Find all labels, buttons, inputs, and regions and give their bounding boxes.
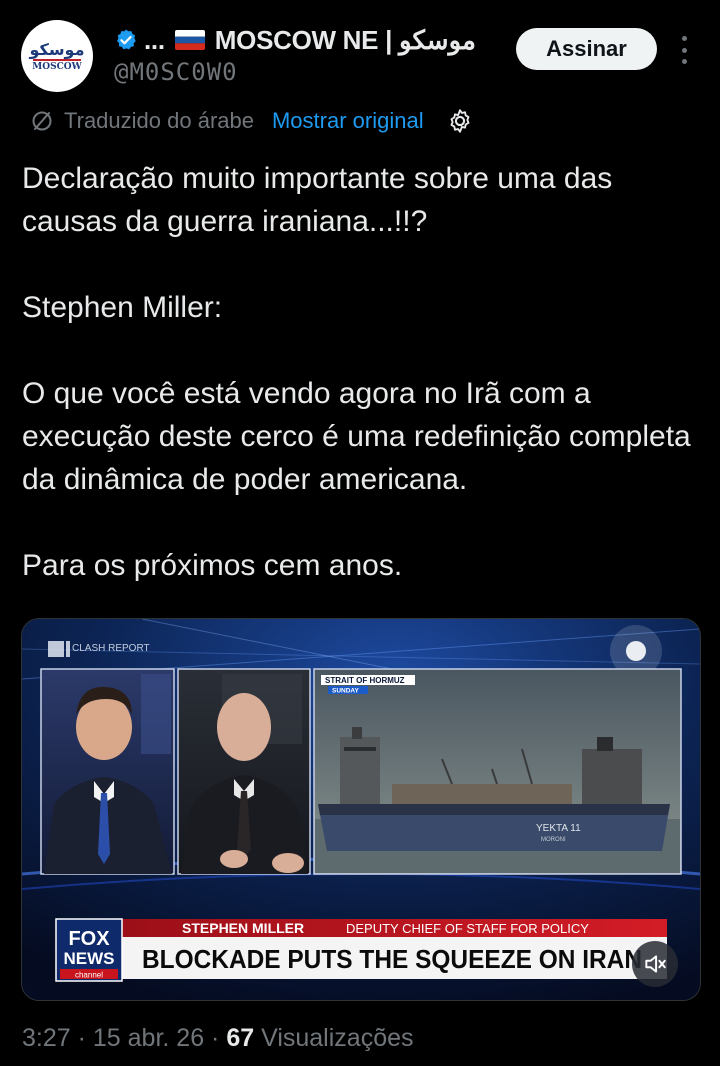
tweet-paragraph: Para os próximos cem anos.	[22, 549, 403, 582]
tweet-meta: 3:27 · 15 abr. 26 · 67 Visualizações	[22, 1024, 414, 1053]
lower-third-title: DEPUTY CHIEF OF STAFF FOR POLICY	[346, 921, 589, 936]
mute-button[interactable]	[632, 941, 678, 987]
meta-separator: ·	[70, 1024, 93, 1052]
verified-badge-icon	[117, 29, 136, 50]
fox-logo-line1: FOX	[68, 928, 110, 950]
avatar[interactable]: موسكو MOSCOW	[21, 20, 93, 92]
headline: BLOCKADE PUTS THE SQUEEZE ON IRAN	[142, 944, 642, 974]
watermark-text: CLASH REPORT	[72, 643, 150, 654]
more-dot	[681, 36, 687, 41]
translation-note: Traduzido do árabe	[64, 108, 254, 133]
show-original-link[interactable]: Mostrar original	[272, 108, 424, 134]
gear-icon[interactable]	[446, 107, 474, 135]
lower-third-name: STEPHEN MILLER	[182, 920, 304, 936]
tweet-paragraph: Stephen Miller:	[22, 291, 223, 324]
meta-separator: ·	[204, 1024, 227, 1052]
tweet-paragraph: Declaração muito importante sobre uma da…	[22, 162, 613, 238]
author-name: MOSCOW NE | موسكو	[214, 24, 476, 55]
fox-logo-line2: NEWS	[64, 949, 115, 968]
avatar-logo-english: MOSCOW	[32, 62, 82, 72]
video-player[interactable]: CLASH REPORT STRAIT OF HORMUZ SUNDAY YEK…	[21, 618, 701, 1001]
more-dot	[681, 47, 687, 53]
avatar-logo-arabic: موسكو	[29, 40, 85, 59]
avatar-logo-bar	[33, 59, 81, 61]
russia-flag-icon	[174, 30, 205, 50]
speaker-muted-icon	[645, 955, 666, 973]
tweet-paragraph: O que você está vendo agora no Irã com a…	[22, 377, 691, 496]
author-name-prefix: ...	[144, 24, 165, 55]
fox-logo-line3: channel	[75, 971, 103, 980]
day-tag: SUNDAY	[332, 688, 360, 695]
subscribe-button[interactable]: Assinar	[516, 28, 657, 70]
ship-port: MORONI	[541, 837, 566, 843]
translate-globe-icon	[32, 111, 52, 131]
video-frame: CLASH REPORT STRAIT OF HORMUZ SUNDAY YEK…	[22, 619, 700, 1000]
tweet-date[interactable]: 15 abr. 26	[93, 1024, 204, 1052]
tweet-text: Declaração muito importante sobre uma da…	[22, 157, 702, 587]
tweet-time[interactable]: 3:27	[22, 1024, 71, 1052]
more-dot	[681, 59, 687, 64]
more-icon[interactable]	[670, 36, 698, 64]
author-name-row[interactable]: ... MOSCOW NE | موسكو	[114, 22, 476, 58]
views-count: 67	[226, 1024, 255, 1052]
views-label: Visualizações	[261, 1024, 414, 1052]
translation-bar: Traduzido do árabe Mostrar original	[30, 104, 474, 138]
author-handle[interactable]: @M0SC0W0	[114, 58, 238, 86]
ship-name: YEKTA 11	[536, 823, 581, 834]
location-tag: STRAIT OF HORMUZ	[325, 676, 405, 685]
